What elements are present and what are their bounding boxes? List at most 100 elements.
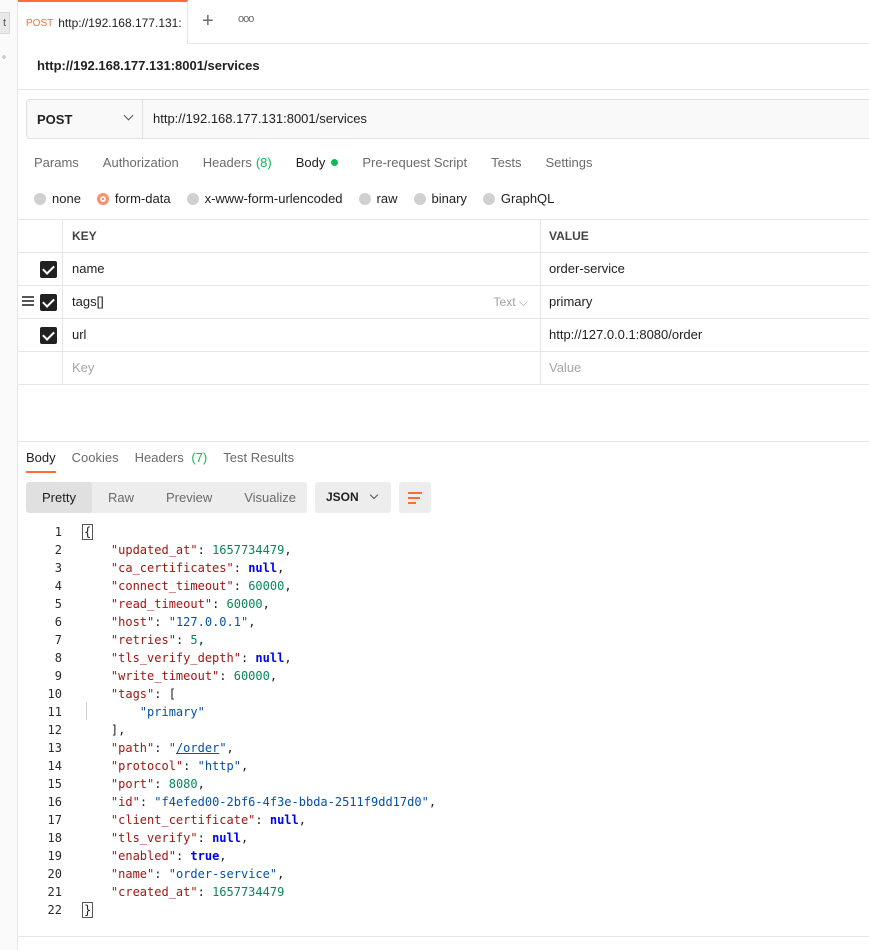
radio-label: binary: [431, 191, 467, 206]
wrap-lines-icon[interactable]: [399, 482, 431, 513]
format-select[interactable]: JSON: [315, 482, 391, 513]
sidebar-collapse-tab[interactable]: t: [0, 12, 10, 34]
line-number: 4: [54, 579, 62, 593]
code-line: 2 "updated_at": 1657734479,: [26, 541, 869, 559]
view-raw-button[interactable]: Raw: [92, 482, 150, 513]
tab-params[interactable]: Params: [34, 155, 79, 170]
tab-cookies[interactable]: Cookies: [72, 450, 119, 473]
code-line: 19 "enabled": true,: [26, 847, 869, 865]
code-text: "port": 8080,: [110, 777, 205, 791]
code-line: 11 "primary": [26, 703, 869, 721]
value-cell[interactable]: primary: [541, 286, 869, 318]
header-check-cell: [18, 220, 63, 252]
key-cell[interactable]: url: [63, 319, 541, 351]
code-text: "host": "127.0.0.1",: [110, 615, 256, 629]
code-text: "created_at": 1657734479: [110, 885, 285, 899]
radio-raw[interactable]: raw: [358, 191, 398, 206]
tab-test-results[interactable]: Test Results: [223, 450, 294, 473]
code-text: "updated_at": 1657734479,: [110, 543, 292, 557]
code-line: 15 "port": 8080,: [26, 775, 869, 793]
url-input[interactable]: http://192.168.177.131:8001/services: [143, 100, 367, 138]
indent-guide: [86, 702, 87, 720]
left-sidebar-strip: t °: [0, 0, 18, 950]
request-tab[interactable]: POST http://192.168.177.131:: [18, 0, 188, 44]
value-input[interactable]: Value: [541, 352, 869, 384]
radio-form-data[interactable]: form-data: [96, 191, 171, 206]
response-code-viewer[interactable]: 1{2 "updated_at": 1657734479, 3 "ca_certi…: [26, 523, 869, 919]
radio-urlencoded[interactable]: x-www-form-urlencoded: [186, 191, 343, 206]
key-input[interactable]: Key: [63, 352, 541, 384]
checkbox-checked-icon[interactable]: [40, 261, 57, 278]
line-number: 2: [54, 543, 62, 557]
code-line: 1{: [26, 523, 869, 541]
form-data-table: KEY VALUE name order-service tags[] Text…: [18, 219, 869, 385]
code-line: 7 "retries": 5,: [26, 631, 869, 649]
code-line: 3 "ca_certificates": null,: [26, 559, 869, 577]
line-number: 18: [47, 831, 62, 845]
radio-label: form-data: [114, 191, 171, 206]
divider: [18, 936, 869, 937]
tab-settings[interactable]: Settings: [545, 155, 592, 170]
radio-none[interactable]: none: [34, 191, 81, 206]
line-number: 10: [47, 687, 62, 701]
headers-count: (8): [255, 155, 272, 170]
tab-response-body[interactable]: Body: [26, 450, 56, 473]
type-select[interactable]: Text ⌵: [494, 286, 528, 318]
line-number: 15: [47, 777, 62, 791]
checkbox-checked-icon[interactable]: [40, 294, 57, 311]
request-tabs: Params Authorization Headers (8) Body Pre…: [34, 155, 616, 170]
code-text: "id": "f4efed00-2bf6-4f3e-bbda-2511f9dd1…: [110, 795, 437, 809]
code-text: "retries": 5,: [110, 633, 205, 647]
code-line: 14 "protocol": "http",: [26, 757, 869, 775]
more-icon[interactable]: ooo: [238, 13, 254, 25]
code-text: "protocol": "http",: [110, 759, 249, 773]
tab-body[interactable]: Body: [296, 155, 339, 170]
radio-circle-icon: [413, 192, 426, 205]
plus-icon[interactable]: +: [202, 9, 214, 33]
radio-circle-icon: [34, 192, 46, 205]
sidebar-dot-icon: °: [2, 55, 6, 66]
tab-label: Authorization: [102, 155, 179, 170]
view-visualize-button[interactable]: Visualize: [228, 482, 312, 513]
request-title[interactable]: http://192.168.177.131:8001/services: [37, 58, 260, 73]
key-cell[interactable]: name: [63, 253, 541, 285]
code-line: 17 "client_certificate": null,: [26, 811, 869, 829]
radio-graphql[interactable]: GraphQL: [482, 191, 554, 206]
code-line: 5 "read_timeout": 60000,: [26, 595, 869, 613]
divider: [18, 89, 869, 90]
key-cell[interactable]: tags[] Text ⌵: [63, 286, 541, 318]
view-preview-button[interactable]: Preview: [150, 482, 228, 513]
tab-pre-request-script[interactable]: Pre-request Script: [362, 155, 467, 170]
check-cell: [18, 319, 63, 351]
code-line: 10 "tags": [: [26, 685, 869, 703]
tab-tests[interactable]: Tests: [491, 155, 521, 170]
line-number: 22: [47, 903, 62, 917]
divider: [18, 441, 869, 442]
tab-label: Pre-request Script: [362, 155, 468, 170]
line-number: 6: [54, 615, 62, 629]
tab-authorization[interactable]: Authorization: [103, 155, 179, 170]
radio-binary[interactable]: binary: [413, 191, 467, 206]
checkbox-checked-icon[interactable]: [40, 327, 57, 344]
code-line: 12 ],: [26, 721, 869, 739]
value-cell[interactable]: http://127.0.0.1:8080/order: [541, 319, 869, 351]
line-number: 14: [47, 759, 62, 773]
method-select[interactable]: POST: [27, 100, 143, 138]
view-pretty-button[interactable]: Pretty: [26, 482, 92, 513]
code-line: 18 "tls_verify": null,: [26, 829, 869, 847]
code-text: "read_timeout": 60000,: [110, 597, 270, 611]
drag-handle-icon[interactable]: [22, 296, 34, 308]
tab-headers[interactable]: Headers (8): [203, 155, 272, 170]
line-number: 17: [47, 813, 62, 827]
code-text: "write_timeout": 60000,: [110, 669, 278, 683]
code-text: "connect_timeout": 60000,: [110, 579, 292, 593]
url-bar: POST http://192.168.177.131:8001/service…: [26, 99, 869, 139]
value-cell[interactable]: order-service: [541, 253, 869, 285]
line-number: 7: [54, 633, 62, 647]
line-number: 20: [47, 867, 62, 881]
radio-label: raw: [376, 191, 398, 206]
line-number: 16: [47, 795, 62, 809]
code-text: "ca_certificates": null,: [110, 561, 285, 575]
radio-label: x-www-form-urlencoded: [204, 191, 343, 206]
tab-response-headers[interactable]: Headers (7): [135, 450, 208, 473]
